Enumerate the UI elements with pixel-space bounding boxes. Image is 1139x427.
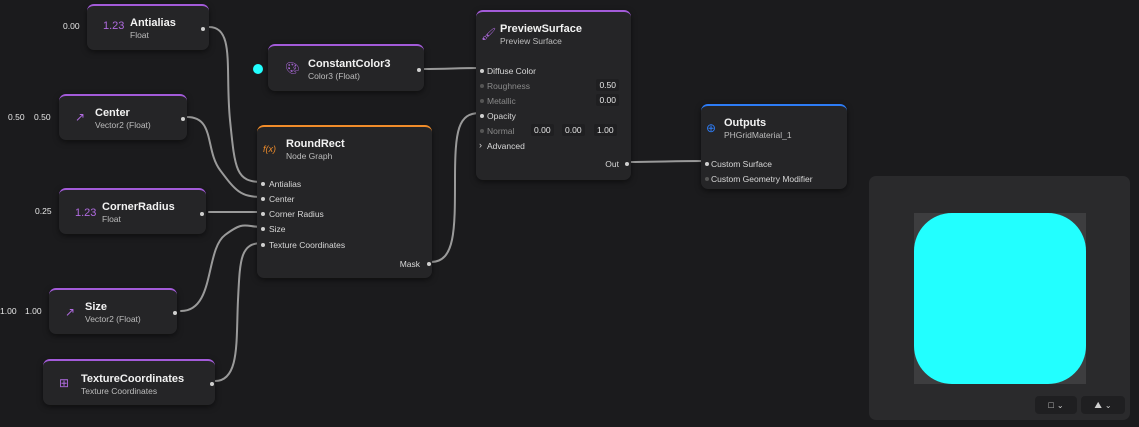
node-title: ConstantColor3 xyxy=(308,58,391,70)
function-icon: f(x) xyxy=(263,144,276,154)
opacity-input-port[interactable] xyxy=(480,114,484,118)
wire-out xyxy=(627,160,706,163)
out-output-port[interactable] xyxy=(625,162,629,166)
texture-coordinates-node[interactable]: ⊞ TextureCoordinates Texture Coordinates xyxy=(43,359,215,405)
node-title: TextureCoordinates xyxy=(81,373,185,385)
node-title: Antialias xyxy=(130,17,176,29)
float-badge-icon: 1.23 xyxy=(75,207,97,219)
metallic-value-field[interactable]: 0.00 xyxy=(596,94,619,106)
texcoords-output-port[interactable] xyxy=(210,382,214,386)
constant-color-node[interactable]: 🎨︎ ConstantColor3 Color3 (Float) xyxy=(268,44,424,91)
arrow-circle-icon: ⊕ xyxy=(706,121,717,135)
diffuse-color-input-port[interactable] xyxy=(480,69,484,73)
preview-surface-node[interactable]: 🖌︎ PreviewSurface Preview Surface Diffus… xyxy=(476,10,631,180)
input-label-diffuse-color: Diffuse Color xyxy=(487,66,536,76)
center-node[interactable]: ↗ Center Vector2 (Float) xyxy=(59,94,187,140)
input-label-antialias: Antialias xyxy=(269,179,302,189)
input-label-metallic: Metallic xyxy=(487,96,516,106)
node-subtitle: Vector2 (Float) xyxy=(95,120,151,130)
node-subtitle: Float xyxy=(102,214,121,224)
material-preview-panel[interactable]: □ ⌄ ⛰︎ ⌄ xyxy=(869,176,1130,420)
node-title: Outputs xyxy=(724,117,767,129)
normal-input-port[interactable] xyxy=(480,129,484,133)
custom-geometry-input-port[interactable] xyxy=(705,177,709,181)
center-value-x[interactable]: 0.50 xyxy=(8,112,25,122)
advanced-chevron-icon[interactable]: › xyxy=(479,140,482,150)
output-label-out: Out xyxy=(605,159,619,169)
input-label-custom-geometry-modifier: Custom Geometry Modifier xyxy=(711,174,813,184)
node-subtitle: Float xyxy=(130,30,149,40)
custom-surface-input-port[interactable] xyxy=(705,162,709,166)
preview-shape-dropdown[interactable]: □ ⌄ xyxy=(1035,396,1077,414)
node-subtitle: PHGridMaterial_1 xyxy=(724,130,792,140)
node-subtitle: Node Graph xyxy=(286,151,333,161)
node-title: RoundRect xyxy=(286,138,345,150)
size-value-x[interactable]: 1.00 xyxy=(0,306,17,316)
antialias-output-port[interactable] xyxy=(201,27,205,31)
size-value-y[interactable]: 1.00 xyxy=(25,306,42,316)
center-input-port[interactable] xyxy=(261,197,265,201)
color-swatch[interactable] xyxy=(253,64,263,74)
center-value-y[interactable]: 0.50 xyxy=(34,112,51,122)
float-badge-icon: 1.23 xyxy=(103,20,125,32)
square-icon: □ xyxy=(1048,400,1054,410)
roughness-value-field[interactable]: 0.50 xyxy=(596,79,619,91)
mask-output-port[interactable] xyxy=(427,262,431,266)
input-label-custom-surface: Custom Surface xyxy=(711,159,772,169)
corner-radius-output-port[interactable] xyxy=(200,212,204,216)
advanced-toggle[interactable]: Advanced xyxy=(487,141,525,151)
wire-size xyxy=(180,224,263,312)
input-label-roughness: Roughness xyxy=(487,81,531,91)
normal-z-field[interactable]: 1.00 xyxy=(594,124,617,136)
input-label-texture-coordinates: Texture Coordinates xyxy=(269,240,346,250)
node-title: PreviewSurface xyxy=(500,23,582,35)
node-title: Size xyxy=(85,301,108,313)
wire-antialias xyxy=(208,26,263,183)
normal-y-field[interactable]: 0.00 xyxy=(562,124,585,136)
output-label-mask: Mask xyxy=(399,259,420,269)
input-label-normal: Normal xyxy=(487,126,515,136)
input-label-corner-radius: Corner Radius xyxy=(269,209,324,219)
input-label-size: Size xyxy=(269,224,286,234)
input-label-opacity: Opacity xyxy=(487,111,516,121)
preview-environment-dropdown[interactable]: ⛰︎ ⌄ xyxy=(1081,396,1125,414)
chevron-down-icon: ⌄ xyxy=(1104,400,1112,410)
antialias-node[interactable]: 1.23 Antialias Float xyxy=(87,4,209,50)
normal-x-field[interactable]: 0.00 xyxy=(531,124,554,136)
grid-square-icon: ⊞ xyxy=(59,376,70,390)
antialias-input-port[interactable] xyxy=(261,182,265,186)
size-input-port[interactable] xyxy=(261,227,265,231)
node-subtitle: Preview Surface xyxy=(500,36,562,46)
node-subtitle: Texture Coordinates xyxy=(81,386,158,396)
outputs-node[interactable]: ⊕ Outputs PHGridMaterial_1 Custom Surfac… xyxy=(701,104,847,189)
node-subtitle: Color3 (Float) xyxy=(308,71,360,81)
texcoords-input-port[interactable] xyxy=(261,243,265,247)
palette-icon: 🎨︎ xyxy=(285,61,301,75)
node-title: CornerRadius xyxy=(102,201,175,213)
roughness-input-port[interactable] xyxy=(480,84,484,88)
corner-radius-input-port[interactable] xyxy=(261,212,265,216)
corner-radius-value[interactable]: 0.25 xyxy=(35,206,52,216)
corner-radius-node[interactable]: 1.23 CornerRadius Float xyxy=(59,188,206,234)
color-output-port[interactable] xyxy=(417,68,421,72)
node-title: Center xyxy=(95,107,130,119)
input-label-center: Center xyxy=(269,194,295,204)
wire-color xyxy=(421,67,481,70)
arrow-up-right-icon: ↗ xyxy=(75,110,86,124)
size-output-port[interactable] xyxy=(173,311,177,315)
preview-shape xyxy=(914,213,1086,384)
mountains-icon: ⛰︎ xyxy=(1094,399,1102,410)
size-node[interactable]: ↗ Size Vector2 (Float) xyxy=(49,288,177,334)
round-rect-node[interactable]: f(x) RoundRect Node Graph Antialias Cent… xyxy=(257,125,432,278)
chevron-down-icon: ⌄ xyxy=(1056,400,1064,410)
arrow-up-right-icon: ↗ xyxy=(65,305,76,319)
wire-center xyxy=(186,116,263,198)
center-output-port[interactable] xyxy=(181,117,185,121)
metallic-input-port[interactable] xyxy=(480,99,484,103)
node-subtitle: Vector2 (Float) xyxy=(85,314,141,324)
wire-mask xyxy=(430,112,481,263)
brush-icon: 🖌︎ xyxy=(481,27,497,41)
antialias-value[interactable]: 0.00 xyxy=(63,21,80,31)
wire-texcoords xyxy=(214,242,263,382)
